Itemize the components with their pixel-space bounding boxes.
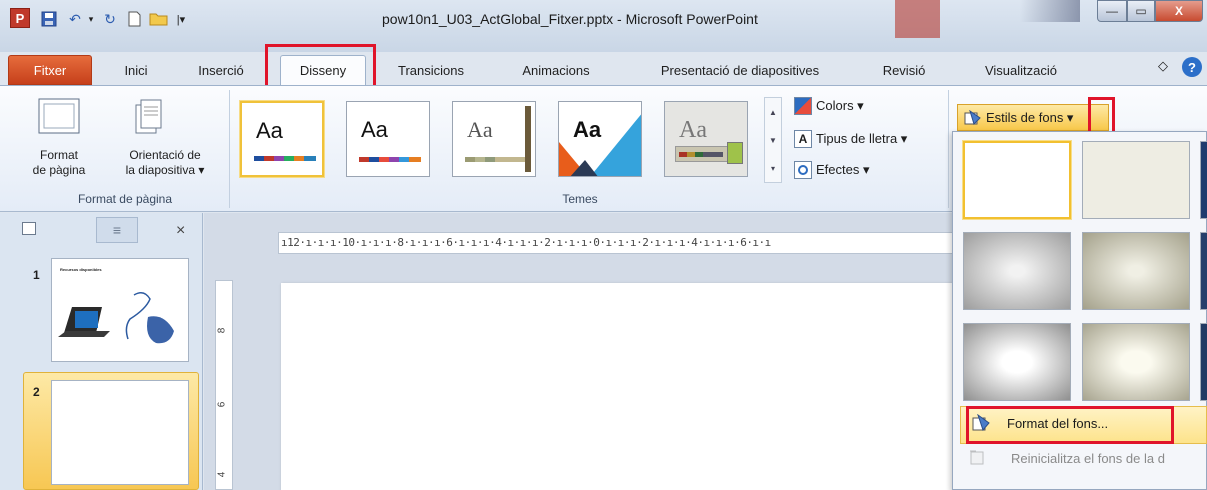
theme-preview-text: Aa [467,117,493,142]
redo-icon[interactable]: ↻ [100,6,120,32]
vertical-ruler: 8 6 4 [215,280,233,490]
tab-file[interactable]: Fitxer [8,55,92,85]
slides-tab-icon[interactable] [22,222,36,235]
tab-animations[interactable]: Animacions [508,55,604,85]
window-title: pow10n1_U03_ActGlobal_Fitxer.pptx - Micr… [382,11,758,27]
theme-color-bar [465,157,527,162]
horizontal-ruler: ı12·ı·ı·ı·10·ı·ı·ı·8·ı·ı·ı·6·ı·ı·ı·4·ı·ı… [278,232,954,254]
maximize-button[interactable]: ▭ [1127,0,1155,22]
ruler-mark: 8 [216,327,228,334]
page-format-label: de pàgina [32,163,86,177]
background-blur [1020,0,1080,22]
undo-dropdown-icon[interactable]: ▾ [84,6,98,32]
theme-preview-text: Aa [573,117,602,142]
fonts-icon: A [794,130,812,148]
theme-preview-text: Aa [679,117,707,143]
theme-4[interactable]: Aa [558,101,642,177]
background-style-1[interactable] [963,141,1071,219]
theme-fonts-label: Tipus de lletra ▾ [816,131,908,146]
ruler-mark: 4 [216,471,228,478]
themes-group-label: Temes [562,192,598,206]
tab-review[interactable]: Revisió [873,55,935,85]
background-style-10[interactable] [1082,323,1190,401]
tab-view[interactable]: Visualització [966,55,1076,85]
scroll-down-icon[interactable]: ▼ [769,136,777,145]
group-separator [229,90,230,208]
background-style-6[interactable] [1082,232,1190,310]
minimize-button[interactable]: — [1097,0,1127,22]
more-themes-icon[interactable]: ▾ [771,164,775,173]
page-format-button[interactable]: Format de pàgina [26,148,92,178]
group-separator [948,90,949,208]
background-style-9[interactable] [963,323,1071,401]
scroll-up-icon[interactable]: ▲ [769,108,777,117]
background-blur [895,0,940,38]
highlight-format-background [966,406,1174,444]
background-styles-button[interactable]: Estils de fons ▾ [957,104,1109,131]
slide-number: 2 [33,385,40,399]
slide-canvas[interactable] [281,283,961,490]
help-icon[interactable]: ? [1182,57,1202,77]
effects-icon [794,161,812,179]
page-setup-group-label: Format de pàgina [77,192,173,206]
ruler-mark: 6 [216,401,228,408]
undo-icon[interactable]: ↶ [64,6,86,32]
slide-thumbnail-1[interactable]: Recursos disponibles [51,258,189,362]
powerpoint-app-icon[interactable]: P [10,8,30,28]
background-style-5[interactable] [963,232,1071,310]
theme-color-bar [359,157,421,162]
reset-background-menu-item[interactable]: Reinicialitza el fons de la d [1011,451,1165,466]
tab-insert[interactable]: Inserció [190,55,252,85]
save-icon[interactable] [38,6,60,32]
close-pane-icon[interactable]: × [176,222,185,240]
close-button[interactable]: X [1155,0,1203,22]
slide-orientation-icon [132,97,164,137]
themes-scrollbar[interactable]: ▲ ▼ ▾ [764,97,782,183]
slide-number: 1 [33,268,40,282]
slide-orientation-button[interactable]: Orientació de la diapositiva ▾ [106,148,224,178]
background-style-3[interactable] [1200,141,1207,219]
slide-orientation-label: Orientació de [129,148,201,162]
background-styles-icon [964,109,981,125]
page-format-label: Format [39,148,78,162]
background-style-7[interactable] [1200,232,1207,310]
reset-background-icon [968,448,986,469]
background-style-2[interactable] [1082,141,1190,219]
customize-toolbar-icon[interactable]: |▾ [174,6,188,32]
theme-color-bar [679,152,723,157]
theme-preview-text: Aa [256,118,283,143]
theme-preview-box [727,142,743,164]
slide-thumbnail-2[interactable] [51,380,189,485]
effects-button[interactable]: Efectes ▾ [794,159,870,181]
effects-label: Efectes ▾ [816,162,870,177]
theme-office[interactable]: Aa [240,101,324,177]
highlight-styles-dropdown [1088,97,1115,134]
colors-button[interactable]: Colors ▾ [794,95,864,117]
highlight-design-tab [265,44,376,89]
new-document-icon[interactable] [124,6,144,32]
theme-color-bar [254,156,316,161]
background-style-11[interactable] [1200,323,1207,401]
colors-label: Colors ▾ [816,98,864,113]
minimize-ribbon-icon[interactable]: ◇ [1158,58,1168,74]
tab-slideshow[interactable]: Presentació de diapositives [636,55,844,85]
theme-preview-text: Aa [361,117,388,142]
tab-transitions[interactable]: Transicions [386,55,476,85]
theme-3[interactable]: Aa [452,101,536,177]
outline-tab-icon[interactable]: ≡ [96,217,138,243]
theme-fonts-button[interactable]: A Tipus de lletra ▾ [794,128,907,150]
laptop-mouse-image [58,292,174,344]
page-format-icon [38,98,80,134]
theme-5[interactable]: Aa [664,101,748,177]
tab-home[interactable]: Inici [112,55,160,85]
background-styles-label: Estils de fons ▾ [986,109,1074,125]
theme-stripe [525,106,531,172]
theme-2[interactable]: Aa [346,101,430,177]
colors-icon [794,97,812,115]
slide-orientation-label: la diapositiva ▾ [125,163,205,177]
open-folder-icon[interactable] [147,6,171,32]
